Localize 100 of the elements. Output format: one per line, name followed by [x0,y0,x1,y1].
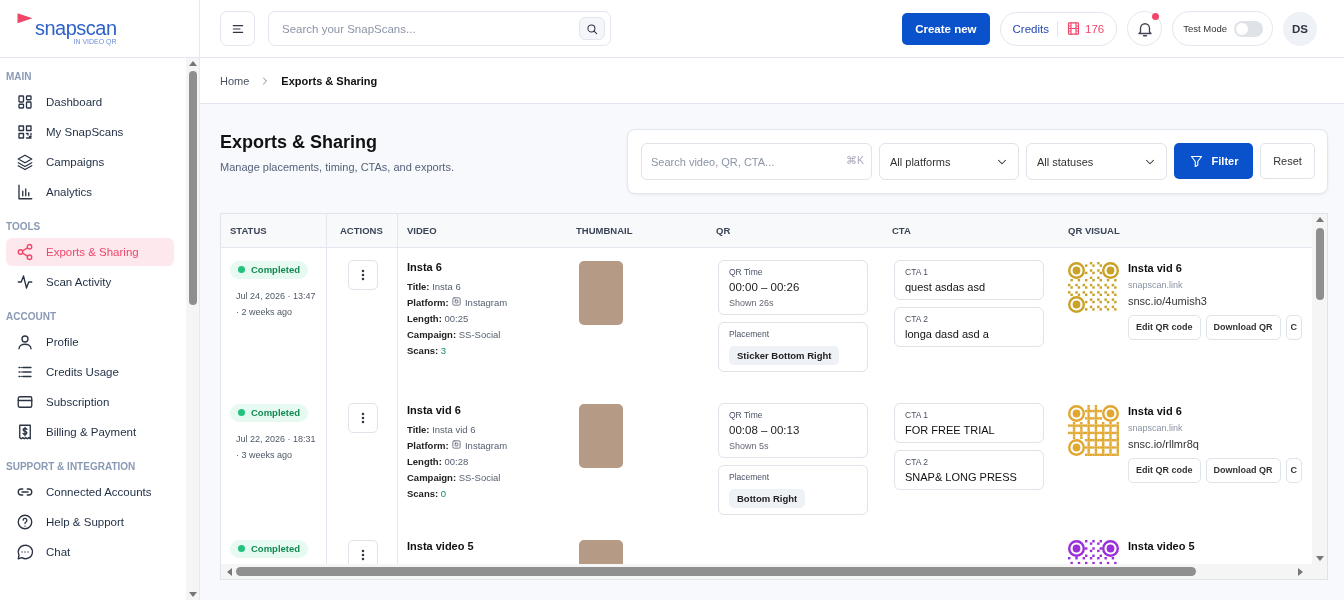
placement-label: Placement [729,328,771,339]
column-header: QR [715,223,732,238]
nav-item[interactable]: Dashboard [6,88,174,116]
qr-time-range: 00:00 – 00:26 [729,280,801,293]
nav-item[interactable]: Connected Accounts [6,478,174,506]
cta-label: CTA 2 [905,456,929,467]
qr-action-button[interactable]: C [1285,457,1302,483]
video-detail: Scans: 0 [407,486,448,501]
shown-duration: Shown 26s [729,297,775,308]
nav-item[interactable]: Analytics [6,178,174,206]
grid-icon [16,93,34,111]
status-dropdown[interactable]: All statuses [1026,143,1167,180]
scrollbar[interactable] [1312,214,1327,564]
cta-text: FOR FREE TRIAL [905,423,996,436]
qr-action-button[interactable]: Edit QR code [1128,457,1201,483]
video-detail: Campaign: SS-Social [407,327,502,342]
platform-dropdown[interactable]: All platforms [879,143,1019,180]
cta-text: quest asdas asd [905,280,987,293]
filter-button[interactable]: Filter [1174,143,1253,179]
date-text: Jul 24, 2026 · 13:47 [236,289,317,303]
activity-icon [16,273,34,291]
nav-item[interactable]: Chat [6,538,174,566]
video-detail: Scans: 3 [407,343,448,358]
qr-action-button[interactable]: Edit QR code [1128,314,1201,340]
film-icon [1066,21,1081,36]
cta-label: CTA 1 [905,266,929,277]
video-detail: Campaign: SS-Social [407,470,502,485]
cta-label: CTA 1 [905,409,929,420]
nav-item[interactable]: Campaigns [6,148,174,176]
status-badge: Completed [230,539,309,558]
short-url: snsc.io/4umish3 [1128,294,1208,307]
qr-action-button[interactable]: Download QR [1205,457,1281,483]
receipt-dollar-icon [16,423,34,441]
bar-chart-icon [16,183,34,201]
breadcrumb-link[interactable]: Home [220,74,250,87]
nav-item[interactable]: Profile [6,328,174,356]
qr-code-icon [16,123,34,141]
chat-icon [16,543,34,561]
nav-item[interactable]: My SnapScans [6,118,174,146]
column-header: ACTIONS [327,214,398,247]
video-detail: Length: 00:25 [407,311,470,326]
search-field[interactable]: Search your SnapScans... [268,11,611,46]
video-detail: Title: Insta 6 [407,279,462,294]
credits-button[interactable]: Credits 176 [999,11,1118,46]
column-header: VIDEO [406,223,438,238]
short-url: snsc.io/rllmr8q [1128,437,1200,450]
qr-name: Insta vid 6 [1128,261,1183,274]
qr-name: Insta vid 6 [1128,404,1183,417]
shown-duration: Shown 5s [729,440,770,451]
column-header: STATUS [221,214,327,247]
breadcrumb-current: Exports & Sharing [281,74,378,87]
reset-button[interactable]: Reset [1260,143,1315,179]
create-new-button[interactable]: Create new [902,12,990,45]
nav-item[interactable]: Subscription [6,388,174,416]
placement-tag: Sticker Bottom Right [729,345,840,365]
scrollbar[interactable] [221,564,1327,579]
relative-time: · 3 weeks ago [236,448,294,462]
qr-name: Insta video 5 [1128,539,1195,552]
relative-time: · 2 weeks ago [236,305,294,319]
status-badge: Completed [230,260,309,279]
user-avatar[interactable]: DS [1283,11,1317,46]
share-icon [16,243,34,261]
funnel-icon [1188,153,1204,169]
test-mode-label: Test Mode [1183,23,1227,34]
logo-text: snapscan [35,18,117,38]
video-detail: Length: 00:28 [407,454,470,469]
notifications-button[interactable] [1127,11,1163,46]
user-icon [16,333,34,351]
video-name: Insta vid 6 [407,403,462,416]
date-text: Jul 22, 2026 · 18:31 [236,432,317,446]
cta-label: CTA 2 [905,313,929,324]
placement-label: Placement [729,471,771,482]
qr-time-range: 00:08 – 00:13 [729,423,801,436]
scrollbar[interactable] [186,58,199,600]
section-heading: MAIN [6,70,33,84]
qr-time-label: QR Time [729,409,764,420]
platform-icon [451,438,463,450]
menu-button[interactable] [220,11,255,46]
status-badge: Completed [230,403,309,422]
placement-tag: Bottom Right [729,488,806,508]
column-header: THUMBNAIL [575,223,634,238]
layers-icon [16,153,34,171]
video-name: Insta 6 [407,260,443,273]
cta-text: SNAP& LONG PRESS [905,470,1018,483]
video-detail: Title: Insta vid 6 [407,422,477,437]
qr-domain: snapscan.link [1128,422,1184,433]
nav-item[interactable]: Billing & Payment [6,418,174,446]
platform-icon [451,295,463,307]
nav-item[interactable]: Help & Support [6,508,174,536]
page-title: Exports & Sharing [220,132,379,153]
photo-placeholder [579,403,623,468]
card-icon [16,393,34,411]
section-heading: ACCOUNT [6,310,57,324]
qr-action-button[interactable]: Download QR [1205,314,1281,340]
toggle-switch[interactable] [1234,20,1263,37]
search-icon [585,21,599,36]
video-detail: Platform: Instagram [407,437,509,453]
nav-item[interactable]: Credits Usage [6,358,174,386]
qr-action-button[interactable]: C [1285,314,1302,340]
nav-item[interactable]: Scan Activity [6,268,174,296]
